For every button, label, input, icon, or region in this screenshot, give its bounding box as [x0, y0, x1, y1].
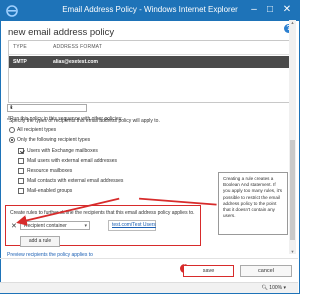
checkbox-label: Mail users with external email addresses — [27, 158, 118, 164]
address-format-table: TYPE ADDRESS FORMAT SMTP alias@exetest.c… — [8, 40, 290, 103]
chevron-down-icon: ▾ — [10, 105, 13, 111]
status-bar: 🔍︎ 100% ▾ — [0, 282, 298, 293]
radio-label-only-following: Only the following recipient types — [17, 137, 91, 143]
rule-condition-value: Recipient container — [24, 223, 67, 229]
rule-condition-dropdown[interactable]: Recipient container ▾ — [20, 221, 90, 230]
radio-only-following[interactable] — [9, 137, 15, 143]
scroll-up-icon[interactable]: ▲ — [289, 20, 296, 25]
row-address-format: alias@exetest.com — [53, 59, 98, 65]
scroll-down-icon[interactable]: ▼ — [289, 249, 296, 254]
table-row[interactable]: SMTP alias@exetest.com — [9, 56, 289, 68]
rule-value-link[interactable]: test.com/Test Users — [112, 222, 156, 228]
checkbox-users-exchange-mailboxes[interactable] — [18, 148, 24, 154]
checkbox-label: Mail contacts with external email addres… — [27, 178, 124, 184]
zoom-value: 100% — [269, 285, 283, 291]
column-header-type: TYPE — [13, 44, 27, 50]
recipient-types-label: *Specify the types of recipients this em… — [7, 118, 160, 124]
rules-label: Create rules to further define the recip… — [10, 210, 195, 216]
row-type: SMTP — [13, 59, 27, 65]
chevron-down-icon: ▾ — [283, 285, 286, 291]
table-header: TYPE ADDRESS FORMAT — [9, 41, 289, 55]
zoom-icon: 🔍︎ — [261, 285, 268, 291]
checkbox-label: Mail-enabled groups — [27, 188, 73, 194]
radio-label-all: All recipient types — [17, 127, 57, 133]
footer-divider — [0, 258, 298, 259]
checkbox-mail-enabled-groups[interactable] — [18, 188, 24, 194]
page-title: new email address policy — [8, 27, 115, 38]
checkbox-label: Users with Exchange mailboxes — [27, 148, 98, 154]
zoom-level[interactable]: 🔍︎ 100% ▾ — [262, 285, 286, 291]
rules-tooltip: Creating a rule creates a Boolean And st… — [218, 172, 288, 235]
title-bar: Email Address Policy - Windows Internet … — [1, 1, 299, 21]
add-rule-button[interactable]: add a rule — [20, 236, 60, 247]
scrollbar[interactable]: ▲ ▼ — [289, 20, 296, 254]
checkbox-mail-contacts[interactable] — [18, 178, 24, 184]
minimize-button[interactable]: – — [247, 3, 261, 17]
checkbox-resource-mailboxes[interactable] — [18, 168, 24, 174]
sequence-dropdown[interactable]: 1 ▾ — [7, 104, 87, 112]
rules-section: Create rules to further define the recip… — [5, 205, 201, 247]
column-header-address-format: ADDRESS FORMAT — [53, 44, 103, 50]
checkbox-label: Resource mailboxes — [27, 168, 73, 174]
close-button[interactable]: ✕ — [280, 3, 294, 17]
cancel-button[interactable]: cancel — [240, 265, 292, 277]
remove-rule-icon[interactable]: ✕ — [11, 222, 17, 230]
radio-all-recipient-types[interactable] — [9, 127, 15, 133]
maximize-button[interactable]: □ — [263, 3, 277, 17]
ie-window: Email Address Policy - Windows Internet … — [0, 0, 300, 294]
scroll-thumb[interactable] — [290, 140, 295, 240]
chevron-down-icon: ▾ — [84, 223, 87, 229]
save-button[interactable]: save — [183, 265, 234, 277]
checkbox-mail-users[interactable] — [18, 158, 24, 164]
